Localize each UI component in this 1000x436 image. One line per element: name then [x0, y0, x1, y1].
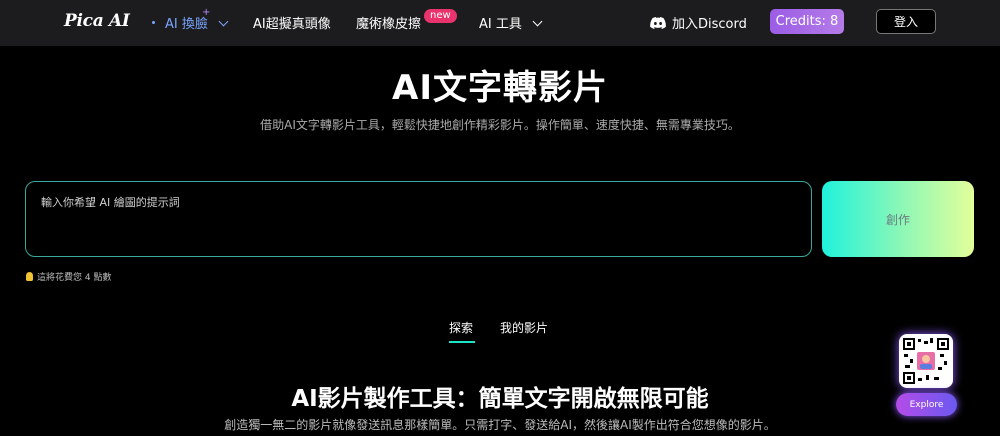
tab-explore[interactable]: 探索: [449, 319, 473, 336]
qr-code[interactable]: [899, 334, 953, 388]
page-title: AI文字轉影片: [392, 68, 608, 108]
explore-button[interactable]: Explore: [896, 393, 957, 416]
tab-my-videos[interactable]: 我的影片: [500, 319, 548, 336]
create-button[interactable]: 創作: [822, 181, 974, 257]
nav-ai-tools-label: AI 工具: [479, 17, 522, 32]
lightbulb-icon: [26, 272, 33, 281]
tab-active-indicator: [449, 341, 475, 343]
section-title: AI影片製作工具：簡單文字開啟無限可能: [291, 386, 709, 412]
nav-ai-face-swap[interactable]: AI 換臉 +: [152, 7, 229, 32]
nav-magic-eraser-label: 魔術橡皮擦: [356, 17, 422, 32]
sparkle-icon: +: [202, 7, 211, 18]
prompt-input[interactable]: 輸入你希望 AI 繪圖的提示詞: [25, 181, 812, 257]
page-subtitle: 借助AI文字轉影片工具，輕鬆快捷地創作精彩影片。操作簡單、速度快捷、無需專業技巧…: [260, 118, 740, 132]
discord-link[interactable]: 加入Discord: [650, 13, 747, 32]
logo[interactable]: Pica AI: [64, 11, 130, 31]
prompt-placeholder: 輸入你希望 AI 繪圖的提示詞: [41, 196, 180, 209]
discord-label: 加入Discord: [672, 17, 747, 32]
section-subtitle: 創造獨一無二的影片就像發送訊息那樣簡單。只需打字、發送給AI，然後讓AI製作出符…: [224, 418, 776, 432]
top-nav: Pica AI AI 換臉 + AI超擬真頭像 魔術橡皮擦 new AI 工具 …: [0, 0, 1000, 46]
new-badge: new: [424, 9, 457, 23]
nav-magic-eraser[interactable]: 魔術橡皮擦: [356, 13, 421, 32]
cost-note: 這將花費您 4 點數: [26, 270, 111, 283]
chevron-down-icon: [218, 16, 229, 26]
qr-code-icon: [902, 337, 950, 385]
login-button[interactable]: 登入: [876, 9, 936, 34]
credits-button[interactable]: Credits: 8: [770, 9, 844, 34]
nav-dot-icon: [152, 21, 155, 24]
nav-ai-avatar-label: AI超擬真頭像: [253, 17, 331, 32]
discord-icon: [650, 16, 666, 29]
nav-ai-avatar[interactable]: AI超擬真頭像: [253, 13, 331, 32]
cost-note-label: 這將花費您 4 點數: [37, 273, 112, 283]
chevron-down-icon: [532, 16, 543, 26]
nav-ai-tools[interactable]: AI 工具: [479, 13, 543, 32]
